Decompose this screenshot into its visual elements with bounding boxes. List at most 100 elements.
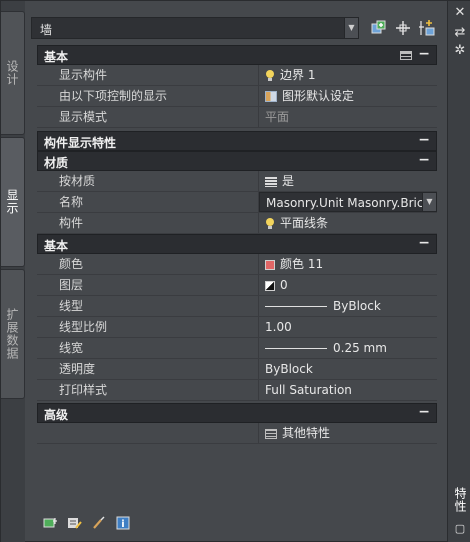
match-properties-icon[interactable] bbox=[91, 515, 107, 531]
palette-title-strip: ✕ ⇄ ✲ 特性 ▢ bbox=[447, 1, 470, 542]
select-objects-icon[interactable] bbox=[393, 18, 413, 38]
property-name: 图层 bbox=[37, 275, 259, 295]
tab-extended-data[interactable]: 扩展数据 bbox=[1, 269, 25, 399]
property-value[interactable]: 平面线条 bbox=[259, 213, 437, 233]
property-row[interactable]: 显示构件 边界 1 bbox=[37, 65, 437, 86]
property-value[interactable]: 0.25 mm bbox=[259, 338, 437, 358]
more-props-icon bbox=[265, 428, 277, 439]
category-basic-top[interactable]: 基本 − bbox=[37, 45, 437, 65]
palette-title: 特性 bbox=[453, 487, 467, 513]
linetype-preview bbox=[265, 306, 327, 307]
property-row[interactable]: 构件 平面线条 bbox=[37, 213, 437, 234]
category-basic[interactable]: 基本 − bbox=[37, 234, 437, 254]
tab-extended-data-label: 扩展数据 bbox=[5, 308, 19, 360]
lineweight-value: 0.25 mm bbox=[333, 341, 387, 355]
property-row[interactable]: 其他特性 bbox=[37, 423, 437, 444]
pickadd-toggle-icon[interactable] bbox=[417, 18, 437, 38]
plot-style-value[interactable]: Full Saturation bbox=[259, 380, 437, 400]
lineweight-preview bbox=[265, 348, 327, 349]
property-name: 构件 bbox=[37, 213, 259, 233]
chevron-down-icon[interactable]: ▼ bbox=[344, 18, 358, 38]
object-type-select[interactable]: 墙 ▼ bbox=[31, 17, 359, 39]
collapse-button[interactable]: − bbox=[418, 152, 430, 168]
bulb-icon bbox=[265, 217, 275, 230]
gear-icon[interactable]: ✲ bbox=[451, 43, 469, 59]
layer-value: 0 bbox=[280, 278, 288, 292]
property-name: 显示构件 bbox=[37, 65, 259, 85]
property-row[interactable]: 名称 Masonry.Unit Masonry.Brick.Modula▼ bbox=[37, 192, 437, 213]
property-row[interactable]: 颜色 颜色 11 bbox=[37, 254, 437, 275]
category-material[interactable]: 材质 − bbox=[37, 151, 437, 171]
chevron-down-icon[interactable]: ▼ bbox=[422, 193, 436, 211]
restore-icon[interactable]: ▢ bbox=[451, 521, 469, 537]
color-value: 颜色 11 bbox=[280, 257, 324, 271]
material-name-value: Masonry.Unit Masonry.Brick.Modula bbox=[266, 196, 436, 210]
property-row[interactable]: 由以下项控制的显示 图形默认设定 bbox=[37, 86, 437, 107]
property-row[interactable]: 线宽 0.25 mm bbox=[37, 338, 437, 359]
category-title: 高级 bbox=[44, 408, 69, 422]
property-value[interactable]: 是 bbox=[259, 171, 437, 191]
category-title: 基本 bbox=[44, 239, 69, 253]
close-icon[interactable]: ✕ bbox=[451, 5, 469, 21]
collapse-button[interactable]: − bbox=[418, 404, 430, 420]
property-name bbox=[37, 423, 259, 443]
display-props-icon bbox=[265, 91, 277, 102]
display-control-value: 图形默认设定 bbox=[282, 89, 355, 103]
property-value[interactable]: 其他特性 bbox=[259, 423, 437, 443]
category-component-display[interactable]: 构件显示特性 − bbox=[37, 131, 437, 151]
property-name: 按材质 bbox=[37, 171, 259, 191]
material-stack-icon bbox=[265, 176, 277, 187]
property-row: 显示模式 平面 bbox=[37, 107, 437, 128]
info-icon[interactable]: i bbox=[115, 515, 131, 531]
property-name: 线型比例 bbox=[37, 317, 259, 337]
material-name-select[interactable]: Masonry.Unit Masonry.Brick.Modula▼ bbox=[259, 192, 437, 212]
transparency-value[interactable]: ByBlock bbox=[259, 359, 437, 379]
property-row[interactable]: 透明度 ByBlock bbox=[37, 359, 437, 380]
tab-display-label: 显示 bbox=[5, 189, 19, 215]
other-properties-value: 其他特性 bbox=[282, 426, 331, 440]
property-value[interactable]: ByBlock bbox=[259, 296, 437, 316]
tab-design-label: 设计 bbox=[5, 60, 19, 86]
category-title: 基本 bbox=[44, 50, 69, 64]
category-advanced[interactable]: 高级 − bbox=[37, 403, 437, 423]
property-row[interactable]: 打印样式 Full Saturation bbox=[37, 380, 437, 401]
property-value[interactable]: 边界 1 bbox=[259, 65, 437, 85]
vertical-tab-strip: 设计 显示 扩展数据 bbox=[1, 1, 25, 542]
property-value[interactable]: 图形默认设定 bbox=[259, 86, 437, 106]
property-row[interactable]: 线型比例 1.00 bbox=[37, 317, 437, 338]
quick-select-icon[interactable] bbox=[369, 18, 389, 38]
linetype-scale-value[interactable]: 1.00 bbox=[259, 317, 437, 337]
svg-text:i: i bbox=[121, 519, 124, 530]
edit-style-icon[interactable] bbox=[67, 515, 83, 531]
display-mode-value: 平面 bbox=[265, 110, 290, 124]
linetype-value: ByBlock bbox=[333, 299, 381, 313]
property-row[interactable]: 图层 0 bbox=[37, 275, 437, 296]
property-value[interactable]: 0 bbox=[259, 275, 437, 295]
property-value[interactable]: 颜色 11 bbox=[259, 254, 437, 274]
property-name: 颜色 bbox=[37, 254, 259, 274]
tab-display[interactable]: 显示 bbox=[1, 137, 25, 267]
collapse-button[interactable]: − bbox=[418, 132, 430, 148]
properties-palette: 设计 显示 扩展数据 墙 ▼ 基本 − 显示构件 边界 1 由以下项控制的显示 … bbox=[0, 0, 470, 542]
collapse-button[interactable]: − bbox=[418, 235, 430, 251]
property-grid: 基本 − 显示构件 边界 1 由以下项控制的显示 图形默认设定 显示模式 平面 … bbox=[37, 45, 437, 444]
tab-design[interactable]: 设计 bbox=[1, 11, 25, 135]
category-title: 材质 bbox=[44, 156, 69, 170]
property-name: 名称 bbox=[37, 192, 259, 212]
property-name: 显示模式 bbox=[37, 107, 259, 127]
material-component-value: 平面线条 bbox=[280, 216, 329, 230]
property-name: 打印样式 bbox=[37, 380, 259, 400]
auto-hide-icon[interactable]: ⇄ bbox=[451, 25, 469, 41]
property-row[interactable]: 线型 ByBlock bbox=[37, 296, 437, 317]
table-icon[interactable] bbox=[400, 51, 412, 60]
by-material-value: 是 bbox=[282, 174, 295, 188]
display-component-value: 边界 1 bbox=[280, 68, 316, 82]
property-row[interactable]: 按材质 是 bbox=[37, 171, 437, 192]
collapse-button[interactable]: − bbox=[418, 46, 430, 62]
property-name: 由以下项控制的显示 bbox=[37, 86, 259, 106]
property-name: 透明度 bbox=[37, 359, 259, 379]
bulb-icon bbox=[265, 69, 275, 82]
select-similar-icon[interactable] bbox=[43, 515, 59, 531]
layer-icon bbox=[265, 280, 275, 291]
footer-toolbar: i bbox=[43, 515, 131, 533]
